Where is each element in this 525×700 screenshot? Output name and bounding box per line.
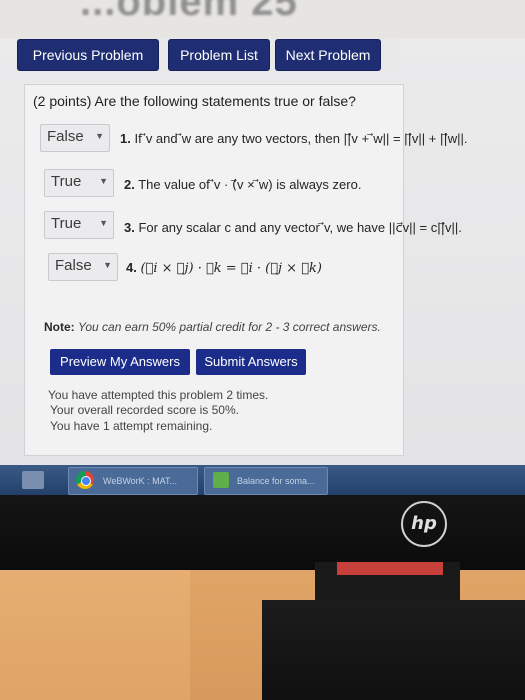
answer-value: False xyxy=(55,257,92,274)
answer-select-1[interactable]: False ▼ xyxy=(40,124,110,152)
statement-text: The value of ⃗v · (⃗v × ⃗w) is always ze… xyxy=(138,177,362,192)
dropdown-arrow-icon: ▼ xyxy=(99,218,108,228)
dropdown-arrow-icon: ▼ xyxy=(99,176,108,186)
note-text: You can earn 50% partial credit for 2 - … xyxy=(78,320,381,334)
windows-taskbar: WeBWorK : MAT... Balance for soma... xyxy=(0,465,525,495)
problem-list-button[interactable]: Problem List xyxy=(169,40,269,70)
answer-select-4[interactable]: False ▼ xyxy=(48,253,118,281)
attempts-remaining: You have 1 attempt remaining. xyxy=(50,419,213,433)
browser-content: Previous Problem Problem List Next Probl… xyxy=(0,38,525,465)
preview-answers-button[interactable]: Preview My Answers xyxy=(50,349,190,375)
statement-number: 1. xyxy=(120,131,131,146)
spreadsheet-icon xyxy=(213,472,229,488)
statement-3: 3. For any scalar c and any vector ⃗v, w… xyxy=(124,220,462,236)
monitor-stand-base xyxy=(262,600,525,700)
statement-2: 2. The value of ⃗v · (⃗v × ⃗w) is always… xyxy=(124,177,361,193)
partial-credit-note: Note: You can earn 50% partial credit fo… xyxy=(44,320,381,334)
submit-answers-button[interactable]: Submit Answers xyxy=(196,349,306,375)
page-header-strip: ...oblem 25 xyxy=(0,0,525,38)
statement-text: For any scalar c and any vector ⃗v, we h… xyxy=(138,220,462,235)
answer-select-2[interactable]: True ▼ xyxy=(44,169,114,197)
statement-number: 2. xyxy=(124,177,135,192)
dropdown-arrow-icon: ▼ xyxy=(95,131,104,141)
taskbar-chrome-label: WeBWorK : MAT... xyxy=(103,476,178,486)
note-label: Note: xyxy=(44,320,75,334)
taskbar-balance-label: Balance for soma... xyxy=(237,476,315,486)
dropdown-arrow-icon: ▼ xyxy=(103,260,112,270)
taskbar-chrome-window[interactable]: WeBWorK : MAT... xyxy=(68,467,198,495)
answer-value: True xyxy=(51,173,82,190)
answer-select-3[interactable]: True ▼ xyxy=(44,211,114,239)
monitor-sticker xyxy=(337,562,443,575)
recorded-score: Your overall recorded score is 50%. xyxy=(50,403,239,417)
statement-number: 4. xyxy=(126,260,137,275)
desk-left xyxy=(0,570,190,700)
chrome-icon xyxy=(76,471,94,489)
hp-logo-icon: hp xyxy=(401,501,447,547)
problem-nav: Previous Problem Problem List Next Probl… xyxy=(16,38,400,72)
answer-value: False xyxy=(47,128,84,145)
next-problem-button[interactable]: Next Problem xyxy=(276,40,380,70)
statement-number: 3. xyxy=(124,220,135,235)
previous-problem-button[interactable]: Previous Problem xyxy=(18,40,158,70)
attempt-count: You have attempted this problem 2 times. xyxy=(48,388,269,402)
answer-value: True xyxy=(51,215,82,232)
statement-text: (⃗i × ⃗j) · ⃗k = ⃗i · (⃗j × ⃗k) xyxy=(140,261,322,276)
taskbar-balance-window[interactable]: Balance for soma... xyxy=(204,467,328,495)
statement-4: 4. (⃗i × ⃗j) · ⃗k = ⃗i · (⃗j × ⃗k) xyxy=(126,260,322,276)
media-player-icon[interactable] xyxy=(22,471,44,489)
problem-title: ...oblem 25 xyxy=(80,0,298,24)
question-text: (2 points) Are the following statements … xyxy=(33,93,356,109)
statement-text: If ⃗v and ⃗w are any two vectors, then |… xyxy=(134,131,468,146)
statement-1: 1. If ⃗v and ⃗w are any two vectors, the… xyxy=(120,131,468,147)
monitor-bezel xyxy=(0,495,525,570)
